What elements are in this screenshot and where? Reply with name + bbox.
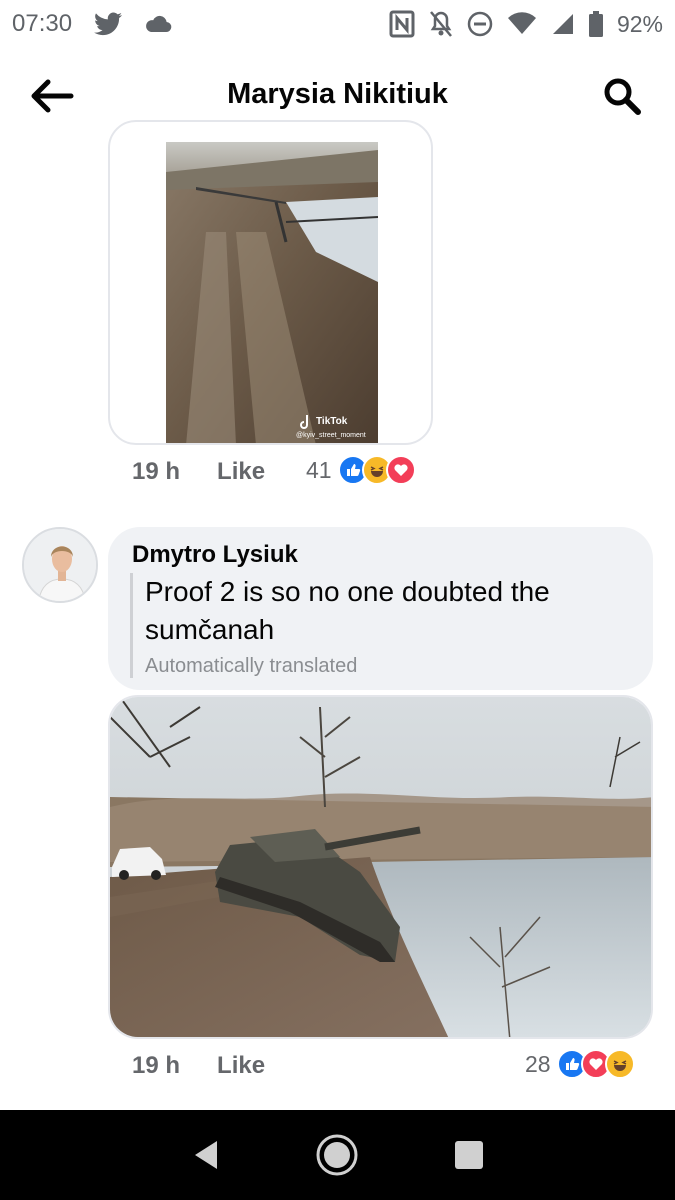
comment-meta-1: 19 h Like — [132, 458, 265, 486]
tank-river-photo — [110, 697, 651, 1037]
arrow-left-icon — [31, 79, 74, 113]
haha-reaction-icon — [604, 1049, 635, 1079]
like-button[interactable]: Like — [217, 458, 265, 486]
wifi-icon: ? — [507, 12, 537, 36]
reaction-summary-1[interactable]: 41 — [306, 455, 416, 485]
battery-percentage: 92% — [616, 10, 663, 37]
comment-text: Proof 2 is so no one doubted the sumčana… — [145, 576, 550, 645]
svg-text:?: ? — [529, 15, 533, 24]
signal-icon — [551, 12, 575, 36]
avatar-photo — [24, 529, 96, 601]
muddy-road-photo: TikTok @kyiv_street_moment — [166, 142, 378, 443]
comment-author[interactable]: Dmytro Lysiuk — [132, 541, 298, 569]
recents-square-icon — [455, 1141, 484, 1169]
love-reaction-icon — [385, 455, 416, 485]
comment-time: 19 h — [132, 458, 181, 485]
twitter-icon — [94, 12, 123, 36]
search-button[interactable] — [598, 74, 646, 118]
nav-back-button[interactable] — [176, 1125, 236, 1185]
comment-image-photo[interactable] — [108, 695, 653, 1039]
system-navigation-bar — [0, 1110, 675, 1200]
status-time: 07:30 — [12, 10, 73, 37]
home-circle-icon — [316, 1134, 358, 1176]
avatar[interactable] — [22, 527, 98, 603]
comment-image-tiktok[interactable]: TikTok @kyiv_street_moment — [108, 120, 433, 445]
nav-home-button[interactable] — [307, 1125, 367, 1185]
tiktok-handle: @kyiv_street_moment — [296, 432, 366, 439]
do-not-disturb-icon — [467, 11, 493, 37]
comment-meta-2: 19 h Like — [132, 1052, 265, 1080]
auto-translated-label[interactable]: Automatically translated — [145, 655, 630, 678]
like-button[interactable]: Like — [217, 1052, 265, 1080]
translated-comment: Proof 2 is so no one doubted the sumčana… — [130, 573, 630, 678]
reaction-count: 41 — [306, 456, 332, 483]
nfc-icon — [389, 10, 415, 38]
comment-time: 19 h — [132, 1052, 181, 1079]
tiktok-watermark: TikTok — [316, 416, 348, 427]
page-title: Marysia Nikitiuk — [227, 77, 448, 110]
reaction-summary-2[interactable]: 28 — [525, 1049, 635, 1079]
search-icon — [604, 78, 641, 115]
battery-icon — [588, 11, 603, 37]
notifications-off-icon — [429, 10, 453, 38]
cloud-icon — [144, 14, 172, 34]
status-bar: 07:30 ? 92% — [0, 0, 675, 48]
tiktok-video-thumbnail[interactable]: TikTok @kyiv_street_moment — [166, 142, 378, 443]
back-button[interactable] — [28, 76, 76, 116]
reaction-count: 28 — [525, 1050, 551, 1077]
nav-recents-button[interactable] — [439, 1125, 499, 1185]
back-triangle-icon — [194, 1141, 217, 1169]
comment-bubble[interactable]: Dmytro Lysiuk Proof 2 is so no one doubt… — [108, 527, 653, 690]
